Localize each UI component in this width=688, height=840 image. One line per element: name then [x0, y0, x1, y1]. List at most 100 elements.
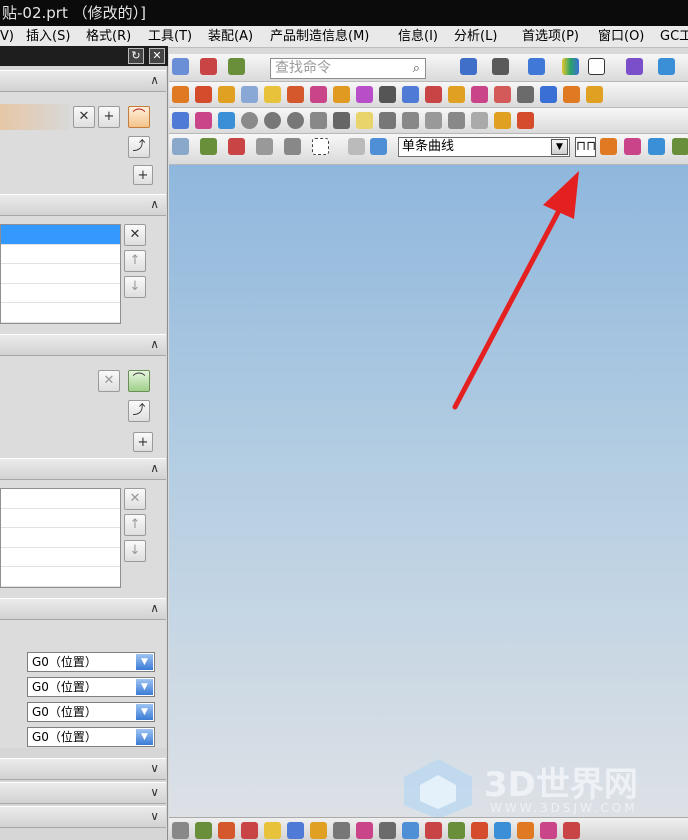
shell-icon[interactable]	[402, 86, 419, 103]
grid-icon[interactable]	[425, 112, 442, 129]
section-header-4[interactable]: ∧	[0, 458, 166, 480]
orient-icon[interactable]	[626, 58, 643, 75]
list-item[interactable]	[1, 264, 120, 284]
arrow-right-icon[interactable]	[648, 138, 665, 155]
measure-icon[interactable]	[517, 112, 534, 129]
tree-icon[interactable]	[600, 138, 617, 155]
remove-icon[interactable]: ✕	[124, 224, 146, 246]
deviation-icon[interactable]	[563, 822, 580, 839]
section-header-6[interactable]: ∨	[0, 758, 166, 780]
extrude-icon[interactable]	[172, 86, 189, 103]
bridge-icon[interactable]	[379, 822, 396, 839]
groove-icon[interactable]	[333, 86, 350, 103]
section-view-icon[interactable]	[195, 112, 212, 129]
collapse-icon[interactable]: ∧	[150, 461, 159, 475]
sew-icon[interactable]	[471, 86, 488, 103]
arc-icon[interactable]	[241, 822, 258, 839]
collapse-icon[interactable]: ∧	[150, 197, 159, 211]
spline-icon[interactable]	[287, 822, 304, 839]
collapse-icon[interactable]: ∧	[150, 601, 159, 615]
edge-icon[interactable]	[310, 112, 327, 129]
patch-icon[interactable]	[494, 86, 511, 103]
chevron-down-icon[interactable]: ▼	[136, 729, 153, 745]
move-up-icon[interactable]: ↑	[124, 250, 146, 272]
list-item[interactable]	[1, 489, 120, 509]
section-header-2[interactable]: ∧	[0, 194, 166, 216]
vector-icon[interactable]	[256, 138, 274, 155]
collapse-icon[interactable]: ∧	[150, 73, 159, 87]
view-icon[interactable]	[172, 112, 189, 129]
ruled-icon[interactable]	[471, 822, 488, 839]
studio-icon[interactable]	[494, 822, 511, 839]
move-down-icon[interactable]: ↓	[124, 276, 146, 298]
menu-item-insert[interactable]: 插入(S)	[26, 26, 70, 47]
section-header-3[interactable]: ∧	[0, 334, 166, 356]
color-icon[interactable]	[562, 58, 579, 75]
chevron-down-icon[interactable]: ▼	[136, 654, 153, 670]
search-icon[interactable]: ⌕	[413, 59, 420, 78]
deselect-icon[interactable]: ✕	[98, 370, 120, 392]
subtract-icon[interactable]	[586, 86, 603, 103]
add-point-icon[interactable]: +	[133, 165, 153, 185]
zoom-icon[interactable]	[218, 112, 235, 129]
collapse-icon[interactable]: ∧	[150, 337, 159, 351]
trim-icon[interactable]	[448, 86, 465, 103]
add-point-icon[interactable]: +	[133, 432, 153, 452]
list-item[interactable]	[1, 245, 120, 264]
list-item-selected[interactable]	[1, 225, 120, 245]
hole-icon[interactable]	[218, 86, 235, 103]
deselect-icon[interactable]: ✕	[73, 106, 95, 128]
layer-icon[interactable]	[460, 58, 477, 75]
cube-icon[interactable]	[528, 58, 545, 75]
select-curve-icon[interactable]: ⌒	[128, 370, 150, 392]
command-search-input[interactable]: 查找命令 ⌕	[270, 58, 426, 79]
stop-icon[interactable]	[672, 138, 688, 155]
select-body-icon[interactable]	[348, 138, 365, 155]
draft-icon[interactable]	[425, 86, 442, 103]
menu-item-analysis[interactable]: 分析(L)	[454, 26, 497, 47]
menu-item-preferences[interactable]: 首选项(P)	[522, 26, 579, 47]
chevron-down-icon[interactable]: ▼	[136, 679, 153, 695]
section-list-1[interactable]	[0, 224, 121, 324]
curve-tool-icon[interactable]	[264, 822, 281, 839]
light-icon[interactable]	[471, 112, 488, 129]
frame-icon[interactable]	[588, 58, 605, 75]
continuity-select-1[interactable]: G0（位置） ▼	[27, 652, 155, 672]
pad-icon[interactable]	[264, 86, 281, 103]
face-icon[interactable]	[333, 112, 350, 129]
boss-icon[interactable]	[241, 86, 258, 103]
highlight-icon[interactable]	[356, 112, 373, 129]
rotate-icon[interactable]	[658, 58, 675, 75]
line-icon[interactable]	[218, 822, 235, 839]
thicken-icon[interactable]	[540, 86, 557, 103]
list-item[interactable]	[1, 548, 120, 567]
connect-icon[interactable]	[624, 138, 641, 155]
expand-icon[interactable]: ∨	[150, 761, 159, 775]
blend-icon[interactable]	[356, 86, 373, 103]
section-header-5[interactable]: ∧	[0, 598, 166, 620]
menu-item-info[interactable]: 信息(I)	[398, 26, 438, 47]
menu-item-view[interactable]: V)	[0, 26, 14, 47]
chamfer-icon[interactable]	[379, 86, 396, 103]
mesh-icon[interactable]	[402, 822, 419, 839]
revolve-icon[interactable]	[195, 86, 212, 103]
expand-icon[interactable]: ∨	[150, 809, 159, 823]
swept-icon[interactable]	[448, 822, 465, 839]
continuity-select-3[interactable]: G0（位置） ▼	[27, 702, 155, 722]
dots-icon[interactable]	[448, 112, 465, 129]
person-icon[interactable]	[379, 112, 396, 129]
expand-icon[interactable]: ∨	[150, 785, 159, 799]
section-header-8[interactable]: ∨	[0, 806, 166, 828]
comb-icon[interactable]	[540, 822, 557, 839]
chain-icon[interactable]	[310, 822, 327, 839]
selection-filter-select[interactable]: 单条曲线 ▼	[398, 137, 570, 157]
axis-icon[interactable]	[284, 138, 302, 155]
insert-point-icon[interactable]	[195, 822, 212, 839]
point-icon[interactable]	[228, 138, 246, 155]
dimension-icon[interactable]	[228, 58, 246, 75]
wire-icon[interactable]	[287, 112, 304, 129]
snap-point-icon[interactable]	[200, 138, 218, 155]
graphics-viewport[interactable]	[169, 165, 688, 817]
plane-icon[interactable]	[402, 112, 419, 129]
sphere-icon[interactable]	[241, 112, 258, 129]
